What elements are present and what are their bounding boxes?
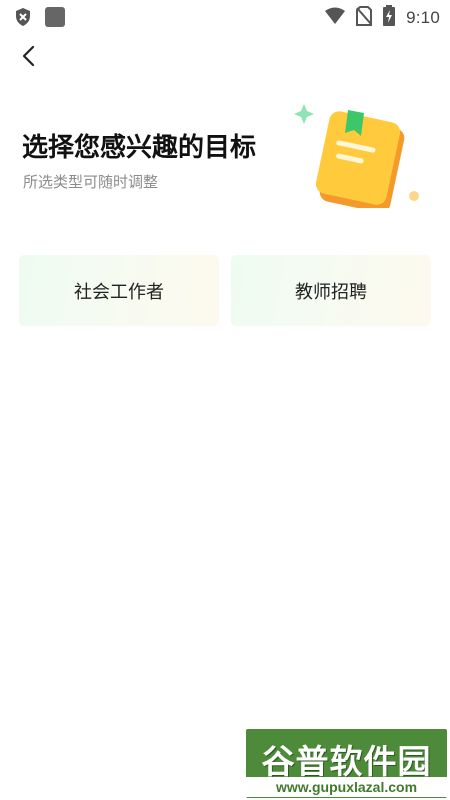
goal-options: 社会工作者 教师招聘 [19,255,431,326]
watermark-title: 谷普软件园 [261,742,432,781]
wifi-icon [324,7,346,29]
no-sim-icon [356,6,373,30]
page-subtitle: 所选类型可随时调整 [23,173,159,191]
option-social-worker[interactable]: 社会工作者 [19,255,219,326]
status-left [14,6,66,32]
app-square-icon [44,6,66,32]
chevron-left-icon [14,45,46,76]
battery-charging-icon [382,5,396,31]
watermark-url: www.gupuxlazal.com [246,777,447,797]
option-label: 教师招聘 [295,281,367,303]
watermark: 谷普软件园 www.gupuxlazal.com [246,729,447,798]
option-label: 社会工作者 [74,281,164,303]
option-teacher-recruitment[interactable]: 教师招聘 [231,255,431,326]
back-button[interactable] [14,40,46,72]
page-title: 选择您感兴趣的目标 [22,133,257,163]
status-bar: 9:10 [0,0,450,32]
status-time: 9:10 [406,8,440,27]
status-right: 9:10 [324,5,440,31]
shield-icon [14,7,32,31]
book-bookmark-icon [292,98,424,213]
